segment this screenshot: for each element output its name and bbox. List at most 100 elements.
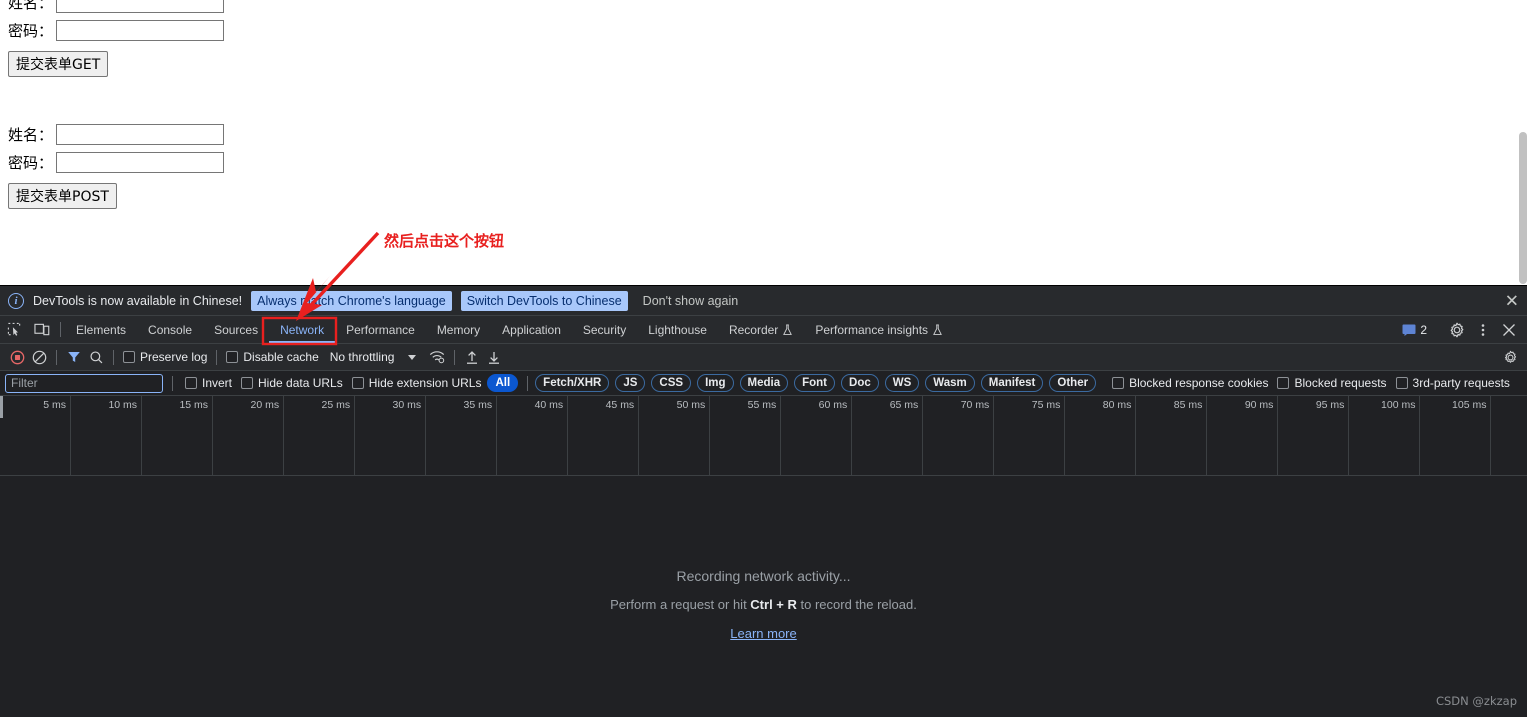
tab-console[interactable]: Console bbox=[137, 316, 203, 343]
hide-data-urls-checkbox[interactable]: Hide data URLs bbox=[238, 376, 346, 390]
tab-performance[interactable]: Performance bbox=[335, 316, 426, 343]
empty-subtitle-prefix: Perform a request or hit bbox=[610, 597, 751, 612]
type-filter-other[interactable]: Other bbox=[1049, 374, 1097, 392]
clear-icon[interactable] bbox=[28, 346, 50, 368]
watermark: CSDN @zkzap bbox=[1435, 694, 1517, 708]
form-row-name: 姓名： bbox=[8, 122, 224, 146]
type-filter-media[interactable]: Media bbox=[739, 374, 789, 392]
tab-security[interactable]: Security bbox=[572, 316, 637, 343]
overview-tick-label: 65 ms bbox=[889, 399, 919, 411]
search-icon[interactable] bbox=[85, 346, 107, 368]
always-match-language-button[interactable]: Always match Chrome's language bbox=[251, 290, 452, 311]
empty-subtitle-shortcut: Ctrl + R bbox=[750, 597, 797, 612]
overview-tick-cell: 50 ms bbox=[639, 396, 711, 475]
console-message-icon bbox=[1402, 324, 1416, 336]
filter-divider bbox=[172, 375, 173, 391]
page-scrollbar[interactable] bbox=[1519, 132, 1527, 284]
overview-tick-cell: 85 ms bbox=[1136, 396, 1208, 475]
tab-label: Lighthouse bbox=[648, 322, 707, 337]
password-label: 密码： bbox=[8, 153, 54, 172]
throttling-dropdown[interactable]: No throttling bbox=[330, 350, 417, 364]
form-row-password: 密码： bbox=[8, 150, 224, 174]
network-settings-gear-icon[interactable] bbox=[1499, 346, 1521, 368]
experiment-flask-icon bbox=[783, 324, 793, 335]
password-label: 密码： bbox=[8, 21, 54, 40]
type-filter-font[interactable]: Font bbox=[794, 374, 836, 392]
gear-icon[interactable] bbox=[1445, 318, 1469, 342]
tab-performance-insights[interactable]: Performance insights bbox=[804, 316, 954, 343]
blocked-requests-label: Blocked requests bbox=[1294, 376, 1387, 390]
experiment-flask-icon bbox=[933, 324, 942, 335]
network-overview-timeline[interactable]: 5 ms 10 ms 15 ms 20 ms 25 ms 30 ms 35 ms 40 ms 4… bbox=[0, 396, 1527, 476]
export-har-icon[interactable] bbox=[483, 346, 505, 368]
overview-tick-label: 15 ms bbox=[179, 399, 209, 411]
record-stop-icon[interactable] bbox=[6, 346, 28, 368]
type-filter-js[interactable]: JS bbox=[615, 374, 646, 392]
checkbox-box bbox=[351, 377, 364, 389]
chevron-down-icon bbox=[408, 354, 417, 360]
overview-tick-label: 75 ms bbox=[1031, 399, 1061, 411]
checkbox-box bbox=[1277, 377, 1290, 389]
overview-tick-cell: 65 ms bbox=[852, 396, 924, 475]
type-filter-manifest[interactable]: Manifest bbox=[980, 374, 1044, 392]
type-filter-img[interactable]: Img bbox=[697, 374, 734, 392]
overview-tick-label: 95 ms bbox=[1315, 399, 1345, 411]
close-icon[interactable] bbox=[1497, 318, 1521, 342]
kebab-menu-icon[interactable] bbox=[1471, 318, 1495, 342]
learn-more-link[interactable]: Learn more bbox=[730, 626, 796, 641]
invert-checkbox[interactable]: Invert bbox=[182, 376, 235, 390]
submit-get-button[interactable]: 提交表单GET bbox=[8, 51, 109, 77]
hide-extension-urls-checkbox[interactable]: Hide extension URLs bbox=[349, 376, 485, 390]
disable-cache-checkbox[interactable]: Disable cache bbox=[223, 350, 321, 364]
dont-show-again-button[interactable]: Don't show again bbox=[637, 291, 745, 311]
overview-tick-cell: 55 ms bbox=[710, 396, 782, 475]
type-filter-css[interactable]: CSS bbox=[651, 374, 692, 392]
blocked-requests-checkbox[interactable]: Blocked requests bbox=[1274, 376, 1389, 390]
submit-post-button[interactable]: 提交表单POST bbox=[8, 183, 117, 209]
third-party-requests-label: 3rd-party requests bbox=[1412, 376, 1510, 390]
blocked-response-cookies-checkbox[interactable]: Blocked response cookies bbox=[1109, 376, 1271, 390]
name-input-post[interactable] bbox=[56, 123, 224, 145]
devtools-language-banner: i DevTools is now available in Chinese! … bbox=[0, 286, 1527, 316]
inspect-element-icon[interactable] bbox=[0, 316, 28, 343]
disable-cache-label: Disable cache bbox=[243, 350, 319, 364]
web-page-content: 姓名： 密码： 提交表单GET 姓名： 密码： 提交表单POST bbox=[0, 0, 1527, 285]
tab-label: Recorder bbox=[728, 322, 779, 337]
type-filter-ws[interactable]: WS bbox=[884, 374, 920, 392]
device-toolbar-icon[interactable] bbox=[28, 316, 56, 343]
tab-application[interactable]: Application bbox=[491, 316, 572, 343]
name-input-get[interactable] bbox=[56, 0, 224, 13]
password-input-post[interactable] bbox=[56, 151, 224, 173]
filter-funnel-icon[interactable] bbox=[63, 346, 85, 368]
tab-memory[interactable]: Memory bbox=[426, 316, 491, 343]
tab-lighthouse[interactable]: Lighthouse bbox=[637, 316, 718, 343]
tab-sources[interactable]: Sources bbox=[203, 316, 269, 343]
devtools-tabbar: Elements Console Sources Network Perform… bbox=[0, 316, 1527, 344]
get-form: 姓名： 密码： 提交表单GET bbox=[8, 0, 224, 77]
overview-tick-cell: 95 ms bbox=[1278, 396, 1350, 475]
banner-close-icon[interactable]: ✕ bbox=[1505, 292, 1519, 309]
type-filter-doc[interactable]: Doc bbox=[841, 374, 879, 392]
password-input-get[interactable] bbox=[56, 19, 224, 41]
preserve-log-checkbox[interactable]: Preserve log bbox=[120, 350, 210, 364]
type-filter-all[interactable]: All bbox=[487, 374, 519, 392]
tab-recorder[interactable]: Recorder bbox=[718, 316, 804, 343]
overview-tick-label: 60 ms bbox=[818, 399, 848, 411]
import-har-icon[interactable] bbox=[461, 346, 483, 368]
overview-tick-cell: 100 ms bbox=[1349, 396, 1421, 475]
network-conditions-icon[interactable] bbox=[426, 346, 448, 368]
checkbox-box bbox=[185, 377, 197, 389]
tab-network[interactable]: Network bbox=[269, 316, 336, 343]
tab-label: Security bbox=[582, 322, 627, 337]
switch-to-chinese-button[interactable]: Switch DevTools to Chinese bbox=[460, 290, 628, 311]
type-filter-wasm[interactable]: Wasm bbox=[925, 374, 975, 392]
tab-elements[interactable]: Elements bbox=[65, 316, 137, 343]
third-party-requests-checkbox[interactable]: 3rd-party requests bbox=[1393, 376, 1513, 390]
filter-input[interactable] bbox=[5, 373, 163, 393]
console-message-count[interactable]: 2 bbox=[1397, 323, 1432, 337]
banner-message: DevTools is now available in Chinese! bbox=[33, 293, 243, 308]
overview-tick-label: 5 ms bbox=[43, 399, 67, 411]
overview-tick-cell: 10 ms bbox=[71, 396, 143, 475]
type-filter-fetch-xhr[interactable]: Fetch/XHR bbox=[535, 374, 610, 392]
overview-tick-label: 105 ms bbox=[1452, 399, 1487, 411]
